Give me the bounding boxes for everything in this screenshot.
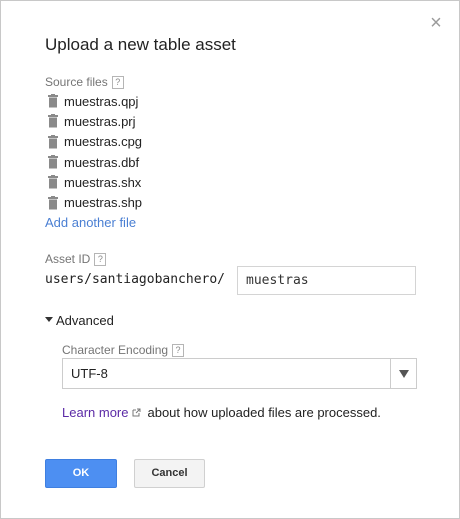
advanced-toggle[interactable]: Advanced: [45, 313, 114, 328]
source-files-label-text: Source files: [45, 75, 108, 89]
trash-icon[interactable]: [47, 155, 59, 169]
help-icon[interactable]: ?: [94, 253, 107, 266]
file-name: muestras.shx: [64, 174, 142, 190]
help-icon[interactable]: ?: [111, 76, 124, 89]
dropdown-button[interactable]: [390, 359, 416, 388]
asset-id-label: Asset ID?: [45, 252, 107, 266]
character-encoding-label: Character Encoding?: [62, 343, 185, 357]
file-item: muestras.qpj: [47, 91, 142, 111]
add-another-file-link[interactable]: Add another file: [45, 215, 136, 230]
advanced-label: Advanced: [56, 313, 114, 328]
file-name: muestras.qpj: [64, 93, 139, 109]
close-icon[interactable]: ×: [426, 13, 446, 33]
learn-more-link[interactable]: Learn more: [62, 405, 128, 420]
trash-icon[interactable]: [47, 114, 59, 128]
asset-id-prefix: users/santiagobanchero/: [45, 272, 226, 287]
learn-more-suffix: about how uploaded files are processed.: [147, 405, 381, 420]
asset-id-label-text: Asset ID: [45, 252, 91, 266]
upload-table-dialog: × Upload a new table asset Source files?…: [0, 0, 460, 519]
external-link-icon: [132, 408, 141, 417]
ok-button[interactable]: OK: [45, 459, 117, 488]
dialog-title: Upload a new table asset: [45, 35, 236, 54]
trash-icon[interactable]: [47, 134, 59, 149]
file-name: muestras.dbf: [64, 154, 140, 170]
caret-down-icon: [45, 317, 53, 322]
trash-icon[interactable]: [47, 195, 59, 210]
character-encoding-label-text: Character Encoding: [62, 343, 169, 357]
selected-encoding: UTF-8: [71, 366, 108, 381]
trash-icon[interactable]: [47, 94, 59, 108]
file-item: muestras.cpg: [47, 132, 142, 152]
help-icon[interactable]: ?: [172, 344, 185, 357]
file-item: muestras.dbf: [47, 152, 142, 172]
file-item: muestras.shx: [47, 172, 142, 192]
character-encoding-select[interactable]: UTF-8: [62, 358, 417, 389]
file-item: muestras.prj: [47, 111, 142, 131]
source-files-label: Source files?: [45, 75, 124, 89]
asset-id-input[interactable]: [237, 266, 416, 295]
file-name: muestras.shp: [64, 195, 143, 211]
source-file-list: muestras.qpj muestras.prj muestras.cpg m…: [47, 91, 142, 213]
dropdown-arrow-icon: [399, 370, 409, 378]
trash-icon[interactable]: [47, 175, 59, 189]
cancel-button[interactable]: Cancel: [134, 459, 205, 488]
file-name: muestras.cpg: [64, 134, 143, 150]
file-name: muestras.prj: [64, 113, 136, 129]
file-item: muestras.shp: [47, 192, 142, 212]
learn-more-line: Learn more about how uploaded files are p…: [62, 405, 381, 420]
